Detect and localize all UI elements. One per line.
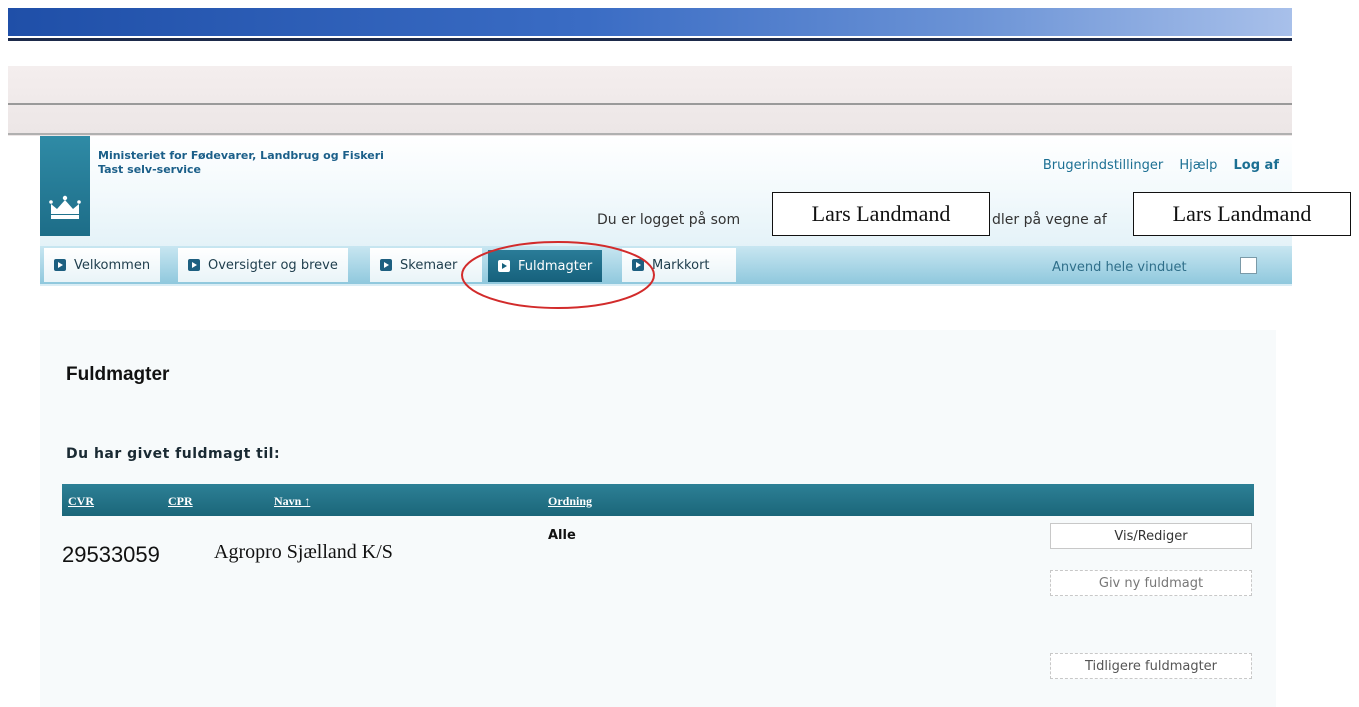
tab-label: Markkort	[652, 257, 710, 273]
acting-on-behalf-text: dler på vegne af	[992, 212, 1107, 228]
table-header	[62, 484, 1254, 516]
give-new-power-of-attorney-button[interactable]: Giv ny fuldmagt	[1050, 570, 1252, 596]
previous-powers-of-attorney-button[interactable]: Tidligere fuldmagter	[1050, 653, 1252, 679]
arrow-icon	[54, 259, 66, 271]
section-title: Du har givet fuldmagt til:	[66, 446, 281, 462]
arrow-icon	[188, 259, 200, 271]
main-content	[40, 330, 1276, 707]
top-color-bar	[8, 8, 1292, 36]
whole-window-checkbox[interactable]	[1240, 257, 1257, 274]
whole-window-label: Anvend hele vinduet	[1052, 260, 1187, 275]
login-status-text: Du er logget på som	[597, 212, 741, 228]
browser-toolbar-area	[8, 66, 1292, 136]
column-header-cpr[interactable]: CPR	[168, 494, 193, 509]
column-header-ordning[interactable]: Ordning	[548, 494, 592, 509]
arrow-icon	[632, 259, 644, 271]
tab-markkort[interactable]: Markkort	[622, 248, 736, 282]
toolbar-divider-bottom	[8, 133, 1292, 135]
arrow-icon	[498, 260, 510, 272]
crown-logo	[40, 136, 90, 236]
toolbar-divider	[8, 103, 1292, 105]
ministry-name: Ministeriet for Fødevarer, Landbrug og F…	[98, 149, 384, 177]
tab-oversigter[interactable]: Oversigter og breve	[178, 248, 348, 282]
cell-ordning: Alle	[548, 528, 576, 543]
page-title: Fuldmagter	[66, 364, 170, 385]
view-edit-button[interactable]: Vis/Rediger	[1050, 523, 1252, 549]
ministry-line-1: Ministeriet for Fødevarer, Landbrug og F…	[98, 149, 384, 162]
column-header-cvr[interactable]: CVR	[68, 494, 94, 509]
tab-fuldmagter[interactable]: Fuldmagter	[488, 250, 603, 282]
tab-label: Skemaer	[400, 257, 458, 273]
logout-link[interactable]: Log af	[1234, 158, 1279, 173]
tab-skemaer[interactable]: Skemaer	[370, 248, 482, 282]
cell-cvr: 29533059	[62, 542, 160, 567]
settings-link[interactable]: Brugerindstillinger	[1043, 158, 1163, 173]
column-header-navn[interactable]: Navn ↑	[274, 494, 310, 509]
tab-label: Fuldmagter	[518, 258, 593, 274]
tab-velkommen[interactable]: Velkommen	[44, 248, 161, 282]
logged-in-user-name: Lars Landmand	[772, 192, 990, 236]
arrow-icon	[380, 259, 392, 271]
ministry-line-2: Tast selv-service	[98, 163, 202, 176]
crown-icon	[49, 195, 81, 219]
top-links: Brugerindstillinger Hjælp Log af	[1031, 158, 1279, 173]
cell-navn: Agropro Sjælland K/S	[214, 541, 393, 563]
tab-label: Velkommen	[74, 257, 151, 273]
help-link[interactable]: Hjælp	[1179, 158, 1217, 173]
acting-for-name: Lars Landmand	[1133, 192, 1351, 236]
tab-label: Oversigter og breve	[208, 257, 338, 273]
top-divider	[8, 38, 1292, 41]
